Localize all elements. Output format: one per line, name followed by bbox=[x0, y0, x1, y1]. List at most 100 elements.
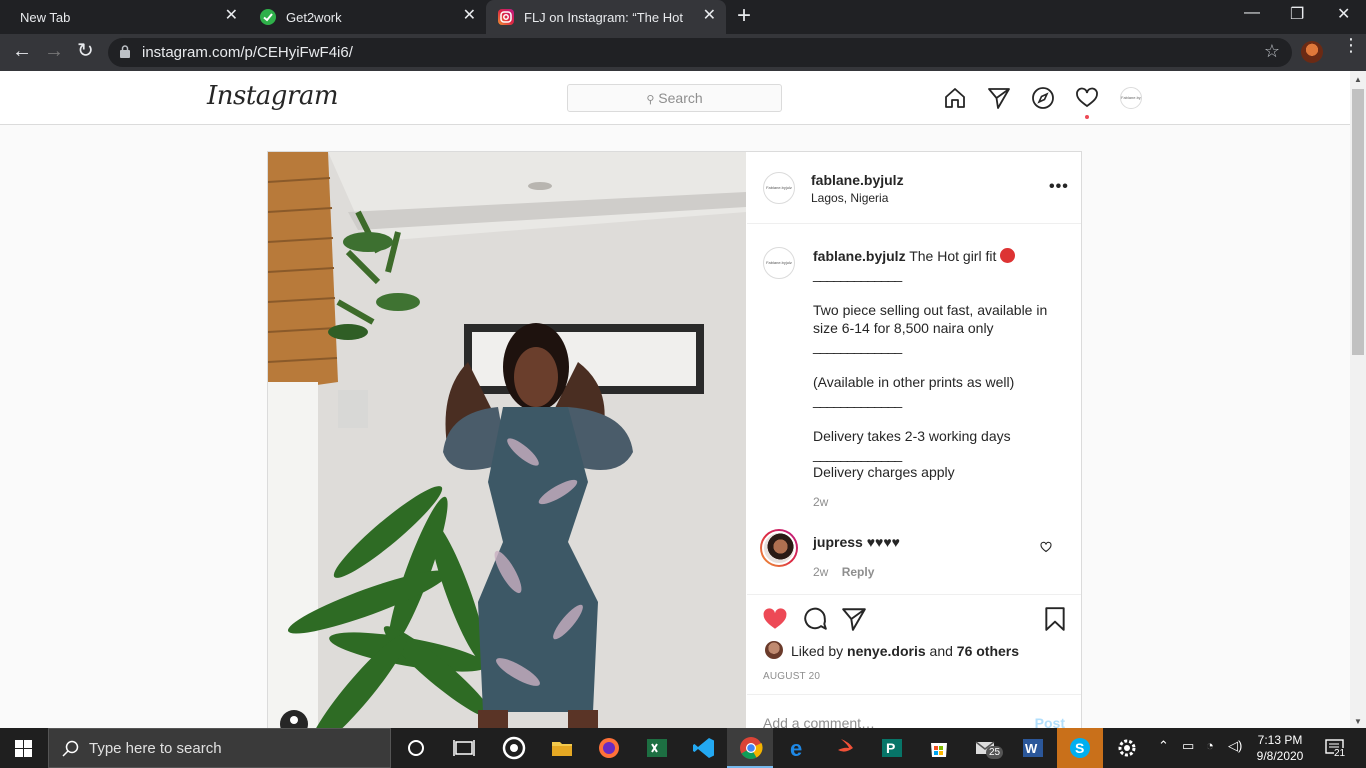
comment-text: jupress ♥♥♥♥ bbox=[813, 534, 900, 550]
comment-age[interactable]: 2w bbox=[813, 565, 828, 579]
caption-divider: _____________ bbox=[813, 392, 902, 408]
svg-text:e: e bbox=[790, 736, 802, 760]
battery-icon[interactable]: ▭ bbox=[1182, 738, 1194, 754]
caption-age[interactable]: 2w bbox=[813, 495, 828, 509]
save-bookmark-icon[interactable] bbox=[1042, 606, 1068, 632]
instagram-logo[interactable]: Instagram bbox=[207, 81, 339, 111]
forward-arrow-icon[interactable]: → bbox=[44, 40, 64, 62]
author-username[interactable]: fablane.byjulz bbox=[811, 172, 904, 188]
restore-icon[interactable]: ❐ bbox=[1290, 4, 1304, 24]
commenter-username[interactable]: jupress bbox=[813, 534, 863, 550]
tab-new-tab[interactable]: New Tab ✕ bbox=[0, 0, 246, 34]
notification-count: 21 bbox=[1334, 748, 1346, 759]
notification-dot bbox=[1085, 115, 1089, 119]
likes-and: and bbox=[929, 643, 953, 659]
profile-avatar[interactable]: Fablane.byjulz bbox=[1120, 87, 1142, 109]
new-tab-plus-icon[interactable]: + bbox=[737, 4, 751, 28]
settings-gear-icon[interactable] bbox=[1115, 736, 1139, 760]
reload-icon[interactable]: ↻ bbox=[77, 40, 94, 62]
skype-icon[interactable]: S bbox=[1068, 736, 1092, 760]
comment-body: ♥♥♥♥ bbox=[866, 534, 900, 550]
scrollbar-thumb[interactable] bbox=[1352, 89, 1364, 355]
tab-instagram[interactable]: FLJ on Instagram: “The Hot girl fit ✕ bbox=[486, 0, 726, 34]
wifi-icon[interactable]: ◔ bbox=[1206, 738, 1214, 753]
search-icon bbox=[62, 740, 79, 757]
close-tab-icon[interactable]: ✕ bbox=[463, 8, 476, 24]
like-heart-icon[interactable] bbox=[762, 606, 788, 632]
clock-date: 9/8/2020 bbox=[1256, 749, 1304, 763]
reply-button[interactable]: Reply bbox=[842, 565, 875, 579]
cortana-circle-icon[interactable] bbox=[404, 736, 428, 760]
tray-overflow-chevron-icon[interactable]: ⌃ bbox=[1158, 738, 1169, 754]
browser-tabstrip: New Tab ✕ Get2work ✕ FLJ on Instagram: “… bbox=[0, 0, 1366, 34]
lock-icon bbox=[120, 45, 130, 58]
caption-avatar[interactable]: Fablane.byjulz bbox=[763, 247, 795, 279]
tab-get2work[interactable]: Get2work ✕ bbox=[246, 0, 486, 34]
address-bar[interactable]: instagram.com/p/CEHyiFwF4i6/ ☆ bbox=[108, 38, 1292, 67]
liker-avatar[interactable] bbox=[765, 641, 783, 659]
svg-text:W: W bbox=[1025, 741, 1038, 756]
angry-emoji-icon bbox=[1000, 248, 1016, 263]
post-date[interactable]: AUGUST 20 bbox=[763, 671, 820, 682]
swift-icon[interactable] bbox=[835, 736, 859, 760]
caption-line: Delivery takes 2-3 working days bbox=[813, 428, 1011, 444]
edge-icon[interactable]: e bbox=[787, 736, 811, 760]
share-paper-plane-icon[interactable] bbox=[841, 606, 867, 632]
taskbar-clock[interactable]: 7:13 PM 9/8/2020 bbox=[1250, 732, 1310, 764]
explore-compass-icon[interactable] bbox=[1031, 86, 1055, 110]
publisher-icon[interactable]: P bbox=[880, 736, 904, 760]
activity-heart-icon[interactable] bbox=[1075, 86, 1099, 110]
volume-icon[interactable]: ◁) bbox=[1228, 738, 1242, 754]
mail-badge: 25 bbox=[986, 746, 1004, 759]
commenter-avatar[interactable] bbox=[760, 529, 798, 567]
excel-icon[interactable] bbox=[645, 736, 669, 760]
instagram-header: Instagram ⚲ Search Fablane.byjulz bbox=[0, 71, 1350, 125]
post-photo[interactable] bbox=[268, 152, 746, 728]
close-tab-icon[interactable]: ✕ bbox=[703, 8, 716, 24]
likes-others-link[interactable]: 76 others bbox=[957, 643, 1019, 659]
file-explorer-icon[interactable] bbox=[550, 736, 574, 760]
chrome-icon[interactable] bbox=[739, 736, 763, 760]
post-header: Fablane.byjulz fablane.byjulz Lagos, Nig… bbox=[747, 152, 1081, 224]
taskbar-search-placeholder: Type here to search bbox=[89, 740, 222, 757]
more-options-icon[interactable]: ••• bbox=[1049, 178, 1069, 196]
check-icon bbox=[260, 9, 276, 25]
clock-time: 7:13 PM bbox=[1257, 733, 1303, 747]
close-tab-icon[interactable]: ✕ bbox=[225, 8, 238, 24]
scroll-up-arrow-icon[interactable]: ▲ bbox=[1354, 75, 1362, 84]
page-scrollbar[interactable]: ▲ ▼ bbox=[1350, 71, 1366, 728]
caption-line: Delivery charges apply bbox=[813, 464, 955, 480]
caption-username[interactable]: fablane.byjulz bbox=[813, 248, 906, 264]
windows-start-icon[interactable] bbox=[15, 740, 32, 757]
media-player-icon[interactable] bbox=[502, 736, 526, 760]
vscode-icon[interactable] bbox=[692, 736, 716, 760]
taskbar-search-box[interactable]: Type here to search bbox=[48, 728, 391, 768]
likes-summary: Liked by nenye.doris and 76 others bbox=[791, 643, 1019, 659]
like-comment-heart-icon[interactable] bbox=[1040, 541, 1052, 553]
windows-taskbar: Type here to search e P 25 W S ⌃ ▭ ◔ ◁) … bbox=[0, 728, 1366, 768]
search-input[interactable]: ⚲ Search bbox=[567, 84, 782, 112]
home-icon[interactable] bbox=[943, 86, 967, 110]
direct-message-icon[interactable] bbox=[987, 86, 1011, 110]
chrome-menu-icon[interactable]: ⋮ bbox=[1342, 36, 1360, 54]
browser-toolbar: ← → ↻ instagram.com/p/CEHyiFwF4i6/ ☆ bbox=[0, 34, 1366, 71]
post-sidebar: Fablane.byjulz fablane.byjulz Lagos, Nig… bbox=[747, 152, 1081, 731]
post-location[interactable]: Lagos, Nigeria bbox=[811, 191, 888, 205]
word-icon[interactable]: W bbox=[1021, 736, 1045, 760]
minimize-icon[interactable]: — bbox=[1244, 4, 1260, 22]
tab-title: FLJ on Instagram: “The Hot girl fit bbox=[524, 9, 684, 25]
task-view-icon[interactable] bbox=[452, 736, 476, 760]
bookmark-star-icon[interactable]: ☆ bbox=[1264, 41, 1280, 62]
firefox-icon[interactable] bbox=[597, 736, 621, 760]
scroll-down-arrow-icon[interactable]: ▼ bbox=[1354, 717, 1362, 726]
author-avatar[interactable]: Fablane.byjulz bbox=[763, 172, 795, 204]
caption-divider: _____________ bbox=[813, 266, 902, 282]
profile-avatar-icon[interactable] bbox=[1301, 41, 1323, 63]
comment-bubble-icon[interactable] bbox=[802, 606, 828, 632]
microsoft-store-icon[interactable] bbox=[927, 736, 951, 760]
svg-text:P: P bbox=[886, 740, 895, 756]
liker-username[interactable]: nenye.doris bbox=[847, 643, 926, 659]
window-close-icon[interactable]: ✕ bbox=[1337, 4, 1350, 24]
post-caption: fablane.byjulz The Hot girl fit ________… bbox=[813, 247, 1063, 481]
back-arrow-icon[interactable]: ← bbox=[12, 40, 32, 62]
